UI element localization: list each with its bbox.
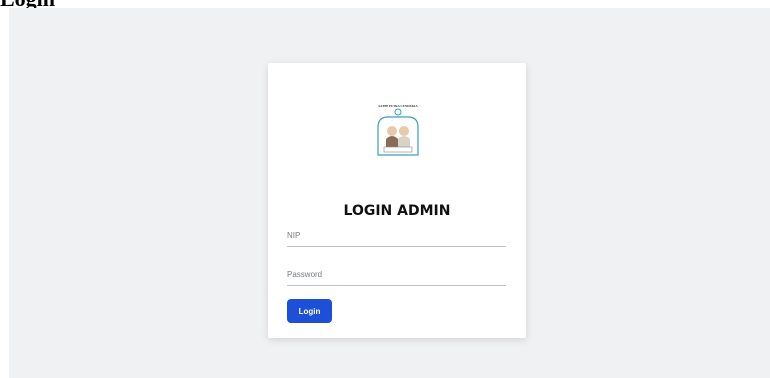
login-button[interactable]: Login bbox=[287, 299, 332, 323]
password-field bbox=[287, 264, 506, 286]
school-logo: SATPP PUTRA CENDEKIA bbox=[377, 104, 419, 156]
login-title: LOGIN ADMIN bbox=[343, 203, 451, 219]
nip-input[interactable] bbox=[287, 228, 506, 247]
nip-field bbox=[287, 225, 506, 247]
password-input[interactable] bbox=[287, 267, 506, 286]
login-card: SATPP PUTRA CENDEKIA LOGIN ADMIN Login bbox=[268, 63, 526, 338]
logo-caption: SATPP PUTRA CENDEKIA bbox=[378, 104, 418, 108]
